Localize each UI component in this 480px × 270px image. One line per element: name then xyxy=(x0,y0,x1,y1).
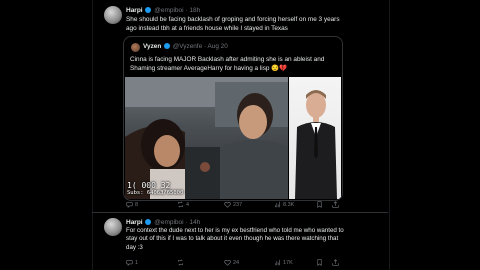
bookmark-icon xyxy=(317,201,322,208)
repost-icon xyxy=(178,201,183,208)
author-name[interactable]: Harpi xyxy=(126,219,143,226)
tweet-divider xyxy=(92,212,388,213)
separator-dot: · xyxy=(185,7,188,14)
bookmark-button[interactable] xyxy=(316,201,323,208)
reply-icon xyxy=(126,260,133,266)
heart-icon xyxy=(224,260,231,266)
views-icon xyxy=(275,259,280,266)
tweet-time[interactable]: 18h xyxy=(189,7,200,14)
verified-icon xyxy=(145,219,152,225)
tweet-header: Harpi @empiboi · 14h xyxy=(126,219,200,226)
tweet-time[interactable]: 14h xyxy=(189,219,200,226)
reply-icon xyxy=(126,202,133,208)
separator-dot: · xyxy=(203,43,207,50)
verified-icon xyxy=(164,43,171,49)
quote-time: Aug 20 xyxy=(207,43,228,50)
views-icon xyxy=(275,201,280,208)
like-button[interactable]: 24 xyxy=(224,259,239,266)
author-handle[interactable]: @empiboi xyxy=(154,219,183,226)
views-button[interactable]: 17K xyxy=(274,259,293,266)
stream-subs: Subs: 64063/65000 xyxy=(127,190,184,196)
like-count: 237 xyxy=(233,201,243,208)
heart-icon xyxy=(224,202,231,208)
separator-dot: · xyxy=(185,219,188,226)
repost-icon xyxy=(178,259,183,266)
avatar[interactable] xyxy=(104,6,122,24)
tweet-text: For context the dude next to her is my e… xyxy=(126,227,344,251)
repost-button[interactable]: 4 xyxy=(177,201,189,208)
quote-author-name: Vyzen xyxy=(143,43,162,50)
media-image-car-selfie[interactable]: 1( 000 32 Subs: 64063/65000 xyxy=(125,77,288,199)
quote-text: Cinna is facing MAJOR Backlash after adm… xyxy=(130,56,325,72)
share-icon xyxy=(332,201,339,208)
view-count: 17K xyxy=(283,259,293,266)
share-button[interactable] xyxy=(332,259,339,266)
stream-counter: 1( 000 32 xyxy=(127,181,171,190)
views-button[interactable]: 8.3K xyxy=(274,201,294,208)
share-button[interactable] xyxy=(332,201,339,208)
portrait-illustration xyxy=(295,90,337,199)
bookmark-button[interactable] xyxy=(316,259,323,266)
repost-count: 4 xyxy=(186,201,190,208)
like-count: 24 xyxy=(233,259,240,266)
share-icon xyxy=(332,259,339,266)
tweet-header: Harpi @empiboi · 18h xyxy=(126,7,200,14)
like-button[interactable]: 237 xyxy=(224,201,242,208)
quote-header: Vyzen @Vyzenfe · Aug 20 xyxy=(143,43,228,50)
repost-button[interactable] xyxy=(177,259,186,266)
avatar[interactable] xyxy=(104,218,122,236)
author-name[interactable]: Harpi xyxy=(126,7,143,14)
view-count: 8.3K xyxy=(283,201,295,208)
quote-avatar xyxy=(131,43,140,52)
verified-icon xyxy=(145,7,152,13)
author-handle[interactable]: @empiboi xyxy=(154,7,183,14)
quote-author-handle: @Vyzenfe xyxy=(172,43,203,50)
media-image-portrait[interactable] xyxy=(289,77,341,199)
tweet-text: She should be facing backlash of groping… xyxy=(126,16,340,32)
reply-count: 1 xyxy=(135,259,139,266)
reply-button[interactable]: 1 xyxy=(126,259,138,266)
quoted-tweet[interactable]: Vyzen @Vyzenfe · Aug 20 Cinna is facing … xyxy=(123,36,343,201)
reply-button[interactable]: 8 xyxy=(126,201,138,208)
reply-count: 8 xyxy=(135,201,139,208)
bookmark-icon xyxy=(317,259,322,266)
